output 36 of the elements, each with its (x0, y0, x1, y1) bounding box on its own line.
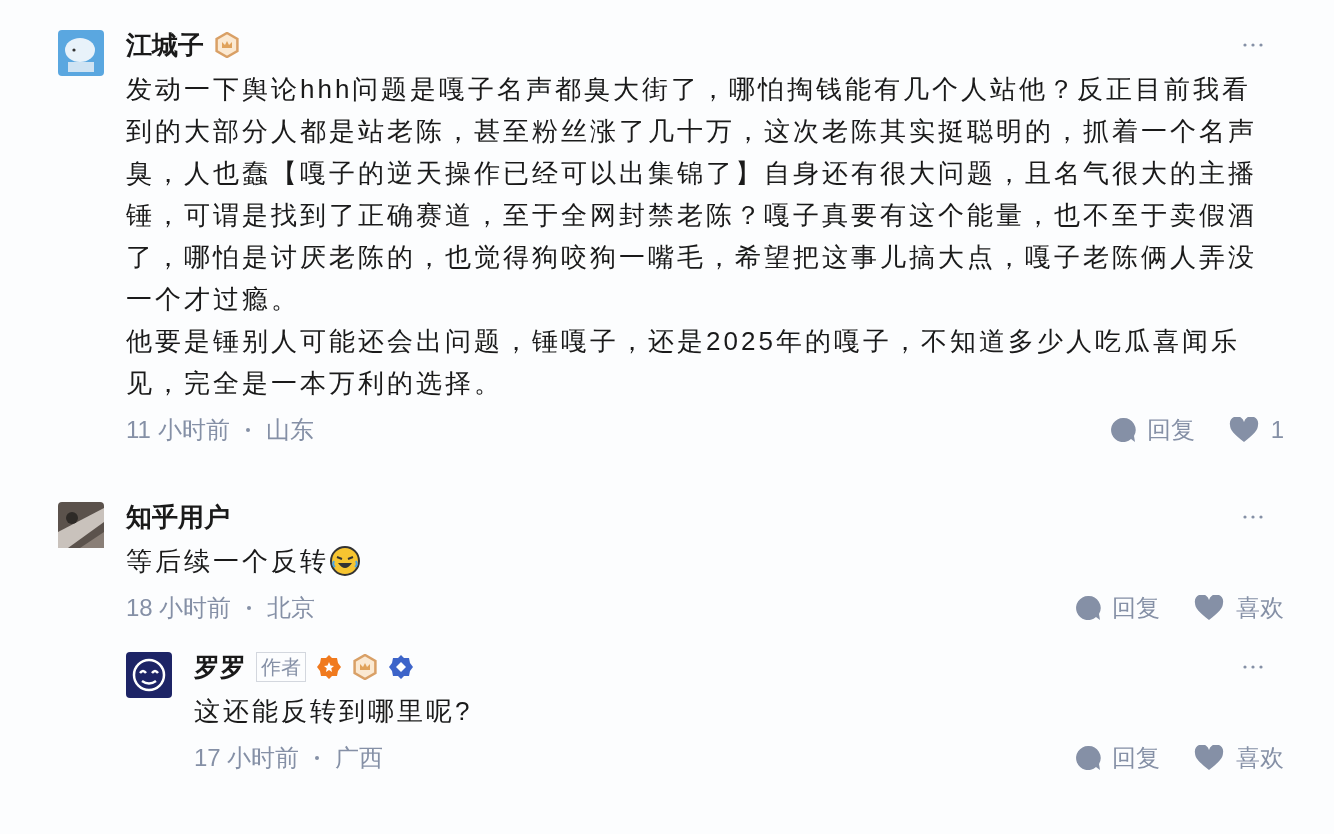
comment-text: 他要是锤别人可能还会出问题，锤嘎子，还是2025年的嘎子，不知道多少人吃瓜喜闻乐见，完全是一本万利的选择。 (126, 325, 1241, 400)
location: 北京 (267, 593, 316, 623)
avatar[interactable] (58, 502, 104, 548)
author-name[interactable]: 知乎用户 (126, 497, 230, 537)
more-icon[interactable] (1242, 514, 1264, 520)
star-badge-icon (316, 654, 342, 680)
avatar[interactable] (126, 652, 172, 698)
comment-text: 等后续一个反转 (126, 545, 329, 578)
diamond-badge-icon (388, 654, 414, 680)
timestamp: 18 小时前 (126, 593, 232, 623)
comment-text: 发动一下舆论hhh问题是嘎子名声都臭大街了，哪怕掏钱能有几个人站他？反正目前我看到的大部分人都是站老陈，甚至粉丝涨了几十万，这次老陈其实挺聪明的，抓着一个名声臭，人也蠢【嘎子的逆天操作已经可以出集锦了】自身还有很大问题，且名气很大的主播锤，可谓是找到了正确赛道，至于全网封禁老陈？嘎子真要有这个能量，也不至于卖假酒了，哪怕是讨厌老陈的，也觉得狗咬狗一嘴毛，希望把这事儿搞大点，嘎子老陈俩人弄没一个才过瘾。 (126, 73, 1258, 316)
more-icon[interactable] (1242, 664, 1264, 670)
laughing-emoji-icon (329, 545, 361, 577)
heart-icon (1228, 417, 1259, 443)
reply-button[interactable]: 回复 (1108, 412, 1195, 448)
more-icon[interactable] (1242, 42, 1264, 48)
author-name[interactable]: 罗罗 (194, 647, 246, 687)
like-button[interactable]: 喜欢 (1194, 740, 1284, 776)
reply-button[interactable]: 回复 (1074, 740, 1160, 776)
reply-button[interactable]: 回复 (1074, 590, 1160, 626)
crown-badge-icon (214, 32, 240, 58)
author-tag: 作者 (256, 652, 306, 682)
location: 广西 (335, 743, 384, 773)
like-button[interactable]: 喜欢 (1194, 590, 1284, 626)
crown-badge-icon (352, 654, 378, 680)
comment-icon (1074, 744, 1102, 772)
author-name[interactable]: 江城子 (126, 25, 204, 65)
comment-text: 这还能反转到哪里呢? (194, 695, 474, 728)
comment-icon (1108, 416, 1137, 444)
heart-icon (1194, 595, 1224, 621)
like-button[interactable]: 1 (1228, 412, 1284, 448)
timestamp: 11 小时前 (126, 415, 230, 445)
timestamp: 17 小时前 (194, 743, 300, 773)
location: 山东 (265, 415, 314, 445)
comment-icon (1074, 594, 1102, 622)
heart-icon (1194, 745, 1224, 771)
